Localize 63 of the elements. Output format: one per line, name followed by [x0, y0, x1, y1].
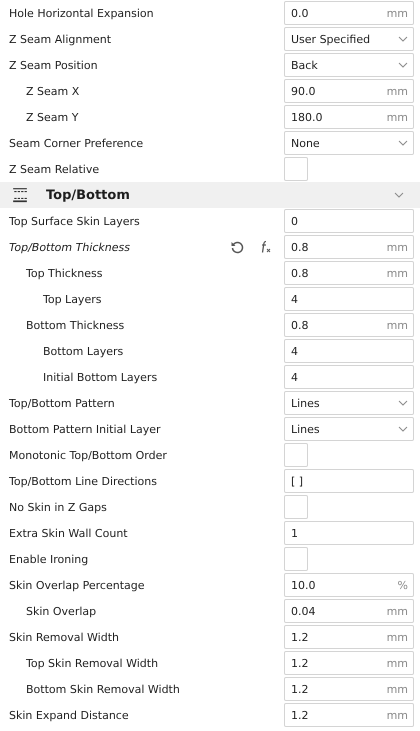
- input-field[interactable]: 4: [284, 339, 414, 363]
- input-field[interactable]: [ ]: [284, 469, 414, 493]
- chevron-icon: [398, 36, 408, 42]
- checkbox[interactable]: [284, 547, 308, 571]
- input-field[interactable]: 0.04 mm: [284, 599, 414, 623]
- chevron-icon: [398, 62, 408, 68]
- input-field[interactable]: 0.8 mm: [284, 235, 414, 259]
- input-field[interactable]: 1.2 mm: [284, 651, 414, 675]
- chevron-icon: [398, 400, 408, 406]
- input-field[interactable]: 0.0 mm: [284, 1, 414, 25]
- setting-label: Skin Removal Width: [9, 630, 120, 644]
- setting-label: Z Seam Y: [26, 110, 80, 124]
- setting-label: Z Seam X: [26, 84, 80, 98]
- setting-label: Top/Bottom Pattern: [9, 396, 116, 410]
- dropdown[interactable]: User Specified: [284, 27, 414, 51]
- input-field[interactable]: 10.0 %: [284, 573, 414, 597]
- setting-label: Skin Overlap Percentage: [9, 578, 146, 592]
- setting-label: Top Surface Skin Layers: [9, 214, 141, 228]
- setting-label: Bottom Pattern Initial Layer: [9, 422, 162, 436]
- dropdown[interactable]: Lines: [284, 417, 414, 441]
- setting-label: Skin Overlap: [26, 604, 98, 618]
- input-field[interactable]: 90.0 mm: [284, 79, 414, 103]
- input-field[interactable]: 4: [284, 287, 414, 311]
- input-field[interactable]: 180.0 mm: [284, 105, 414, 129]
- setting-label: Bottom Skin Removal Width: [26, 682, 181, 696]
- setting-label: Bottom Layers: [43, 344, 124, 358]
- setting-label: Hole Horizontal Expansion: [9, 6, 155, 20]
- chevron-icon: [398, 426, 408, 432]
- chevron-icon: [398, 140, 408, 146]
- checkbox[interactable]: [284, 157, 308, 181]
- setting-label: Initial Bottom Layers: [43, 370, 158, 384]
- setting-label: Top Thickness: [26, 266, 104, 280]
- input-field[interactable]: 1.2 mm: [284, 703, 414, 727]
- dropdown[interactable]: None: [284, 131, 414, 155]
- input-field[interactable]: 0.8 mm: [284, 261, 414, 285]
- setting-label: Z Seam Relative: [9, 162, 100, 176]
- setting-label: Skin Expand Distance: [9, 708, 130, 722]
- input-field[interactable]: 4: [284, 365, 414, 389]
- setting-label: Bottom Thickness: [26, 318, 126, 332]
- setting-label: Top/Bottom Line Directions: [9, 474, 158, 488]
- setting-label: Top Skin Removal Width: [26, 656, 160, 670]
- dropdown[interactable]: Back: [284, 53, 414, 77]
- setting-label: Extra Skin Wall Count: [9, 526, 129, 540]
- input-field[interactable]: 1.2 mm: [284, 677, 414, 701]
- input-field[interactable]: 1.2 mm: [284, 625, 414, 649]
- setting-label: Top/Bottom Thickness: [9, 240, 131, 254]
- checkbox[interactable]: [284, 443, 308, 467]
- layers-icon: [12, 187, 28, 203]
- setting-label: Monotonic Top/Bottom Order: [9, 448, 168, 462]
- section-header[interactable]: Top/Bottom: [0, 182, 420, 208]
- section-title: Top/Bottom: [46, 188, 131, 202]
- setting-label: No Skin in Z Gaps: [9, 500, 108, 514]
- setting-label: Top Layers: [43, 292, 102, 306]
- setting-label: Enable Ironing: [9, 552, 90, 566]
- input-field[interactable]: 0: [284, 209, 414, 233]
- input-field[interactable]: 1: [284, 521, 414, 545]
- setting-label: Z Seam Position: [9, 58, 99, 72]
- input-field[interactable]: 0.8 mm: [284, 313, 414, 337]
- setting-label: Z Seam Alignment: [9, 32, 112, 46]
- dropdown[interactable]: Lines: [284, 391, 414, 415]
- checkbox[interactable]: [284, 495, 308, 519]
- reset-icon[interactable]: [230, 240, 244, 254]
- setting-label: Seam Corner Preference: [9, 136, 144, 150]
